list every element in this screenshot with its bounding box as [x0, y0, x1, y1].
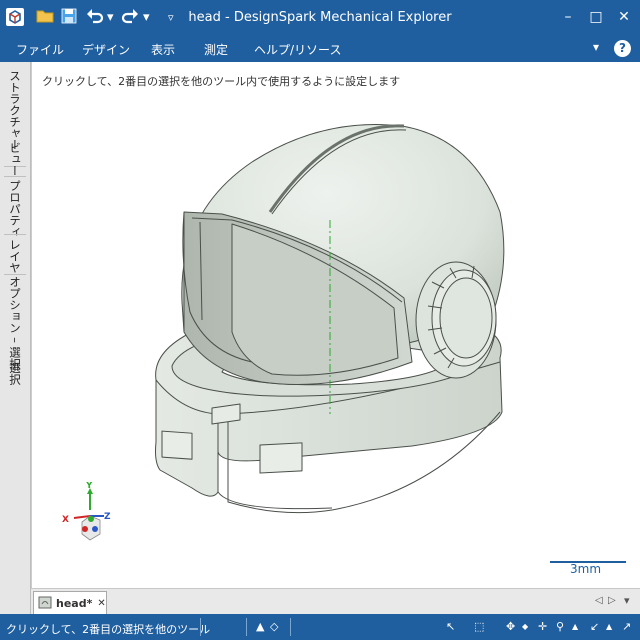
tab-properties[interactable]: プロパティ	[5, 180, 25, 238]
snap-icon[interactable]: ◇	[270, 620, 278, 633]
menu-view[interactable]: 表示	[151, 41, 175, 58]
design-viewport[interactable]: クリックして、2番目の選択を他のツール内で使用するように設定します Y X Z …	[31, 62, 640, 588]
status-bar: クリックして、2番目の選択を他のツール ▲ ◇ ↖ ⬚ ✥ ◆ ✛ ⚲ ▲ ↙ …	[0, 614, 640, 640]
triad-x-label: X	[62, 515, 69, 525]
previous-view-icon[interactable]: ↙	[590, 620, 599, 633]
menu-design[interactable]: デザイン	[82, 41, 130, 58]
triad-z-label: Z	[104, 512, 111, 522]
menu-measure[interactable]: 測定	[204, 41, 228, 58]
zoom-dropdown-icon[interactable]: ▲	[572, 622, 578, 631]
status-divider	[200, 618, 201, 636]
tab-menu-icon[interactable]: ▾	[624, 594, 630, 607]
side-panel-tabs: ストラクチャー ビュー プロパティ レイヤ オプション – 選択 選択	[0, 62, 31, 614]
help-icon[interactable]: ?	[614, 40, 631, 57]
document-icon	[38, 595, 52, 612]
close-tab-icon[interactable]: ✕	[97, 598, 105, 609]
pan-icon[interactable]: ✛	[538, 620, 547, 633]
tab-head-document[interactable]: head* ✕	[33, 591, 107, 614]
orbit-icon[interactable]: ✥	[506, 620, 515, 633]
next-view-icon[interactable]: ↗	[622, 620, 631, 633]
status-divider	[290, 618, 291, 636]
triad-y-label: Y	[85, 482, 93, 491]
tab-options-select[interactable]: オプション – 選択	[5, 276, 25, 370]
menu-file[interactable]: ファイル	[16, 41, 64, 58]
tab-views[interactable]: ビュー	[5, 142, 25, 177]
select-mode-icon[interactable]: ↖	[446, 620, 455, 633]
title-bar: ▾ ▾ ▿ head - DesignSpark Mechanical Expl…	[0, 0, 640, 36]
window-title: head - DesignSpark Mechanical Explorer	[188, 10, 452, 25]
selection-filter-icon[interactable]: ▲	[256, 620, 264, 633]
ribbon-collapse-icon[interactable]: ▾	[593, 40, 599, 54]
status-divider	[246, 618, 247, 636]
tab-layers[interactable]: レイヤ	[5, 239, 25, 274]
tab-divider	[4, 176, 26, 177]
tab-structure[interactable]: ストラクチャー	[5, 70, 25, 151]
tab-next-icon[interactable]: ▷	[608, 595, 616, 606]
orbit-dropdown-icon[interactable]: ◆	[522, 622, 528, 631]
zoom-icon[interactable]: ⚲	[556, 620, 564, 633]
tab-divider	[4, 234, 26, 235]
box-select-icon[interactable]: ⬚	[474, 620, 484, 633]
tab-divider	[4, 274, 26, 275]
scale-label: 3mm	[570, 562, 602, 576]
close-button[interactable]: ✕	[612, 6, 636, 28]
minimize-button[interactable]: –	[556, 6, 580, 28]
maximize-button[interactable]: □	[584, 6, 608, 28]
tab-prev-icon[interactable]: ◁	[595, 595, 603, 606]
tab-select[interactable]: 選択	[5, 362, 25, 385]
menu-help-resources[interactable]: ヘルプ/リソース	[254, 41, 341, 58]
status-message: クリックして、2番目の選択を他のツール	[6, 623, 211, 636]
orientation-triad[interactable]: Y X Z	[60, 482, 130, 552]
menu-bar: ファイル デザイン 表示 測定 ヘルプ/リソース ▾ ?	[0, 36, 640, 62]
document-tab-bar: head* ✕ ◁ ▷ ▾	[31, 588, 640, 615]
view-dropdown-icon[interactable]: ▲	[606, 622, 612, 631]
document-tab-label: head*	[56, 596, 93, 610]
